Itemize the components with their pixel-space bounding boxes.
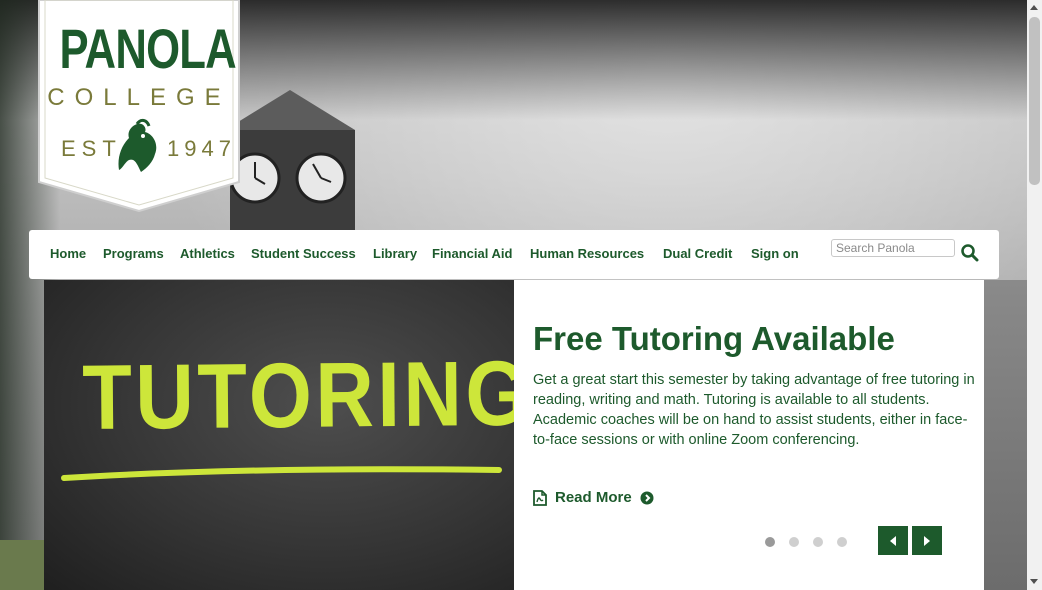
slide-title: Free Tutoring Available — [533, 320, 895, 357]
search-input[interactable] — [831, 239, 955, 257]
arrow-circle-right-icon — [640, 491, 654, 504]
nav-athletics[interactable]: Athletics — [180, 246, 235, 261]
main-navigation: Home Programs Athletics Student Success … — [29, 230, 999, 279]
pdf-file-icon — [533, 489, 547, 506]
slide-dot-1[interactable] — [765, 537, 775, 547]
slide-content: Free Tutoring Available Get a great star… — [514, 280, 984, 590]
nav-financial-aid[interactable]: Financial Aid — [432, 246, 512, 261]
slide-pagination — [765, 537, 847, 547]
scroll-down-icon[interactable] — [1030, 579, 1038, 584]
logo-year: 1947 — [167, 136, 236, 161]
page-scrollbar[interactable] — [1027, 0, 1042, 590]
read-more-link[interactable]: Read More — [533, 489, 654, 506]
search-icon[interactable] — [960, 243, 980, 263]
nav-library[interactable]: Library — [373, 246, 417, 261]
nav-student-success[interactable]: Student Success — [251, 246, 356, 261]
horse-mascot-icon — [118, 118, 157, 172]
caret-left-icon — [890, 535, 896, 546]
slide-dot-4[interactable] — [837, 537, 847, 547]
building-image — [984, 280, 1027, 590]
logo-subtitle: COLLEGE — [47, 84, 231, 111]
slide-dot-2[interactable] — [789, 537, 799, 547]
panola-logo[interactable]: PANOLA COLLEGE EST 1947 — [37, 0, 241, 212]
next-slide-button[interactable] — [912, 526, 942, 555]
lawn-image — [0, 540, 44, 590]
scroll-up-icon[interactable] — [1030, 5, 1038, 10]
scroll-thumb[interactable] — [1029, 17, 1040, 185]
chalk-underline — [61, 466, 502, 481]
nav-home[interactable]: Home — [50, 246, 86, 261]
nav-sign-on[interactable]: Sign on — [751, 246, 799, 261]
caret-right-icon — [924, 535, 930, 546]
nav-programs[interactable]: Programs — [103, 246, 164, 261]
read-more-label: Read More — [555, 489, 632, 506]
slide-body: Get a great start this semester by takin… — [533, 372, 975, 448]
nav-dual-credit[interactable]: Dual Credit — [663, 246, 732, 261]
slide-image: TUTORING — [44, 280, 514, 590]
slide-dot-3[interactable] — [813, 537, 823, 547]
prev-slide-button[interactable] — [878, 526, 908, 555]
nav-human-resources[interactable]: Human Resources — [530, 246, 644, 261]
logo-name: PANOLA — [59, 17, 236, 80]
